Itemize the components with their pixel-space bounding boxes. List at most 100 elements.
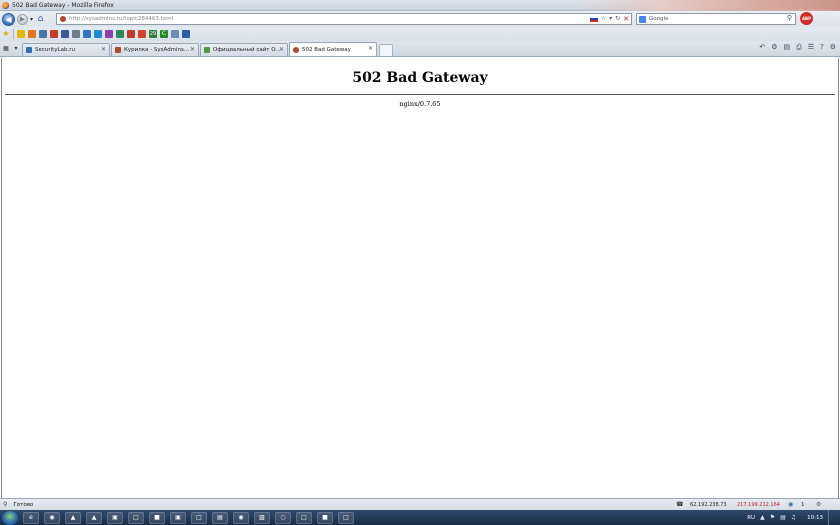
language-indicator[interactable]: RU — [747, 515, 755, 521]
error-heading: 502 Bad Gateway — [352, 70, 488, 86]
bookmark-icon[interactable] — [105, 30, 113, 38]
tools-icon[interactable]: ⚙ — [830, 43, 836, 52]
app-icon[interactable]: ▲ — [65, 511, 81, 524]
star-icon[interactable]: ★ — [2, 30, 10, 38]
menu-icon[interactable]: ☰ — [808, 43, 814, 52]
bookmark-icon[interactable] — [61, 30, 69, 38]
url-text: http://sysadmins.ru/topic284463.html — [69, 16, 174, 22]
tab-list-dropdown-icon[interactable]: ▾ — [12, 44, 20, 54]
bookmarks-toolbar: ★ 29 C — [0, 27, 840, 41]
status-bar: ⚲ Готово ☎ 62.192.238.73 217.199.212.164… — [0, 498, 840, 510]
system-tray: RU ▲ ⚑ ▤ ♫ 10:13 — [747, 510, 840, 525]
local-ip: 62.192.238.73 — [690, 501, 727, 508]
google-icon[interactable] — [639, 15, 646, 23]
home-icon[interactable]: ⌂ — [35, 14, 46, 25]
app-icon[interactable]: ▣ — [170, 511, 186, 524]
search-input[interactable]: Google ⚲ — [636, 13, 796, 25]
tab-favicon-icon — [115, 47, 121, 53]
app-icon[interactable]: ◉ — [233, 511, 249, 524]
address-bar[interactable]: http://sysadmins.ru/topic284463.html ☆ ▾… — [56, 13, 632, 25]
app-icon[interactable]: □ — [191, 511, 207, 524]
close-icon[interactable]: ✕ — [279, 46, 284, 53]
tab-label: 502 Bad Gateway — [302, 46, 351, 53]
forward-button[interactable]: ▶ — [17, 13, 28, 25]
app-icon[interactable]: ▧ — [254, 511, 270, 524]
tab-favicon-icon — [293, 46, 299, 53]
app-icon[interactable]: ▤ — [212, 511, 228, 524]
bookmark-icon[interactable] — [94, 30, 102, 38]
counter-badge: 1 — [801, 501, 805, 508]
clock[interactable]: 10:13 — [807, 515, 823, 521]
close-icon[interactable]: ✕ — [101, 46, 106, 53]
site-favicon-icon — [60, 16, 66, 22]
bookmark-icon[interactable] — [116, 30, 124, 38]
tab-favicon-icon — [26, 47, 32, 53]
tab-label: Официальный сайт О... — [213, 47, 281, 53]
bookmark-star-icon[interactable]: ☆ — [601, 15, 606, 23]
tray-icon[interactable]: ▲ — [760, 514, 765, 521]
tab-favicon-icon — [204, 47, 210, 53]
app-icon[interactable]: □ — [128, 511, 144, 524]
close-icon[interactable]: ✕ — [368, 45, 373, 52]
new-tab-button[interactable] — [379, 44, 393, 56]
dropdown-icon[interactable]: ▾ — [609, 15, 612, 23]
ie-icon[interactable]: e — [23, 511, 39, 524]
app-icon[interactable]: ▣ — [107, 511, 123, 524]
bookmark-icon[interactable] — [182, 30, 190, 38]
bookmark-icon[interactable] — [83, 30, 91, 38]
number-29-icon[interactable]: 29 — [149, 30, 157, 38]
bookmark-icon[interactable] — [138, 30, 146, 38]
tools-icon[interactable]: ⚙ — [816, 501, 821, 508]
vk-icon[interactable] — [39, 30, 47, 38]
windows-taskbar: e ◉ ▲ ▲ ▣ □ ■ ▣ □ ▤ ◉ ▧ ○ □ ■ □ RU ▲ ⚑ ▤… — [0, 510, 840, 525]
adblock-icon[interactable]: ABP — [800, 12, 813, 25]
volume-icon[interactable]: ♫ — [791, 514, 796, 521]
skype-icon[interactable]: ☎ — [676, 501, 683, 508]
show-desktop-button[interactable] — [828, 510, 836, 525]
globe-icon[interactable]: ◉ — [788, 501, 793, 508]
tab-official-site[interactable]: Официальный сайт О... ✕ — [200, 43, 288, 56]
search-icon[interactable]: ⚲ — [787, 14, 792, 22]
app-icon[interactable]: □ — [296, 511, 312, 524]
page-icon[interactable]: ▤ — [783, 43, 790, 52]
help-icon[interactable]: ? — [820, 43, 824, 52]
network-icon[interactable]: ▤ — [780, 514, 786, 521]
bookmark-icon[interactable] — [127, 30, 135, 38]
tab-securitylab[interactable]: SecurityLab.ru ✕ — [22, 43, 110, 56]
tab-502-bad-gateway[interactable]: 502 Bad Gateway ✕ — [289, 42, 377, 56]
bookmark-icon[interactable] — [171, 30, 179, 38]
bookmark-icon[interactable] — [17, 30, 25, 38]
c-icon[interactable]: C — [160, 30, 168, 38]
app-icon[interactable]: ■ — [317, 511, 333, 524]
back-button[interactable]: ◀ — [2, 12, 15, 26]
app-icon[interactable]: □ — [338, 511, 354, 524]
window-title: 502 Bad Gateway - Mozilla Firefox — [12, 1, 114, 9]
tab-label: Курилка - SysAdmins... — [124, 47, 190, 53]
russia-flag-icon — [589, 16, 598, 22]
tab-grid-icon[interactable]: ▦ — [2, 44, 10, 54]
stop-icon[interactable]: ✕ — [623, 15, 629, 23]
server-signature: nginx/0.7.65 — [399, 100, 441, 108]
reload-icon[interactable]: ↻ — [615, 15, 620, 23]
undo-icon[interactable]: ↶ — [759, 43, 765, 52]
search-icon[interactable]: ⚲ — [3, 501, 7, 508]
rss-icon[interactable] — [28, 30, 36, 38]
app-icon[interactable]: ■ — [149, 511, 165, 524]
history-dropdown-icon[interactable]: ▾ — [30, 16, 33, 23]
tab-strip: ▦ ▾ SecurityLab.ru ✕ Курилка - SysAdmins… — [0, 41, 840, 57]
app-icon[interactable]: ▲ — [86, 511, 102, 524]
addon-icon[interactable]: ⚙ — [771, 43, 777, 52]
search-placeholder: Google — [649, 16, 669, 22]
firefox-icon[interactable]: ◉ — [44, 511, 60, 524]
status-text: Готово — [13, 501, 34, 508]
tab-label: SecurityLab.ru — [35, 47, 76, 53]
bookmark-icon[interactable] — [72, 30, 80, 38]
close-icon[interactable]: ✕ — [190, 46, 195, 53]
remote-ip: 217.199.212.164 — [737, 501, 780, 508]
app-icon[interactable]: ○ — [275, 511, 291, 524]
start-button[interactable] — [2, 510, 18, 525]
print-icon[interactable]: ⎙ — [796, 43, 802, 52]
tab-sysadmins[interactable]: Курилка - SysAdmins... ✕ — [111, 43, 199, 56]
ok-icon[interactable] — [50, 30, 58, 38]
flag-icon[interactable]: ⚑ — [770, 514, 775, 521]
